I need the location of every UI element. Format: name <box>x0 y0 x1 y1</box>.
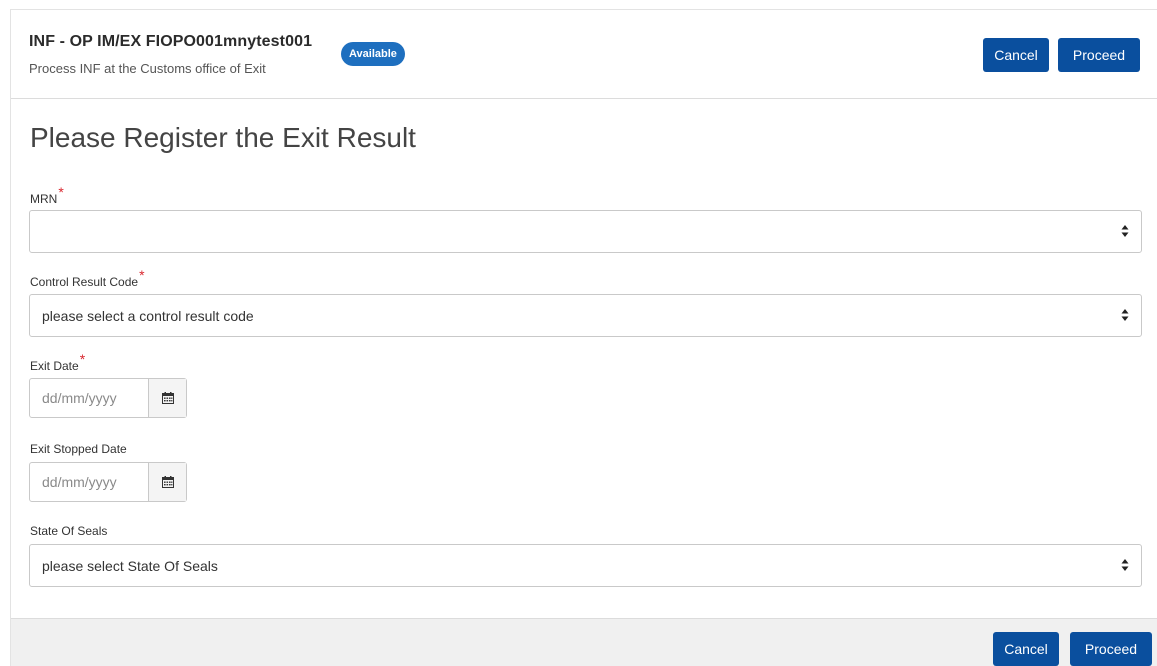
state-of-seals-select[interactable]: please select State Of Seals <box>29 544 1142 587</box>
action-footer: Cancel Proceed <box>11 618 1157 666</box>
page: INF - OP IM/EX FIOPO001mnytest001 Proces… <box>0 0 1157 666</box>
cancel-button[interactable]: Cancel <box>983 38 1049 72</box>
exit-date-label: Exit Date* <box>30 351 85 373</box>
mrn-label-text: MRN <box>30 192 58 206</box>
control-result-code-label-text: Control Result Code <box>30 275 139 289</box>
state-of-seals-value: please select State Of Seals <box>42 558 218 574</box>
exit-date-group <box>29 378 187 418</box>
calendar-icon <box>162 476 174 488</box>
exit-date-calendar-button[interactable] <box>148 379 186 417</box>
exit-stopped-date-label: Exit Stopped Date <box>30 442 127 456</box>
required-marker: * <box>79 351 86 367</box>
status-badge: Available <box>341 42 405 66</box>
task-subtitle: Process INF at the Customs office of Exi… <box>29 61 266 76</box>
page-title: Please Register the Exit Result <box>30 122 416 153</box>
exit-stopped-date-input[interactable] <box>30 463 148 501</box>
control-result-code-label: Control Result Code* <box>30 267 145 289</box>
state-of-seals-label: State Of Seals <box>30 524 107 538</box>
proceed-button[interactable]: Proceed <box>1058 38 1140 72</box>
control-result-code-value: please select a control result code <box>42 308 254 324</box>
exit-stopped-date-group <box>29 462 187 502</box>
required-marker: * <box>58 184 64 200</box>
exit-stopped-date-calendar-button[interactable] <box>148 463 186 501</box>
state-of-seals-label-text: State Of Seals <box>30 524 108 538</box>
exit-date-label-text: Exit Date <box>30 359 79 373</box>
calendar-icon <box>162 392 174 404</box>
sort-icon <box>1121 225 1129 237</box>
sort-icon <box>1121 309 1129 321</box>
exit-stopped-date-label-text: Exit Stopped Date <box>30 442 127 456</box>
mrn-label: MRN* <box>30 184 64 206</box>
mrn-select[interactable] <box>29 210 1142 253</box>
sort-icon <box>1121 559 1129 571</box>
control-result-code-select[interactable]: please select a control result code <box>29 294 1142 337</box>
footer-cancel-button[interactable]: Cancel <box>993 632 1059 666</box>
exit-date-input[interactable] <box>30 379 148 417</box>
left-divider <box>10 9 11 666</box>
task-header: INF - OP IM/EX FIOPO001mnytest001 Proces… <box>11 10 1157 99</box>
required-marker: * <box>139 267 145 283</box>
task-title: INF - OP IM/EX FIOPO001mnytest001 <box>29 33 313 50</box>
footer-proceed-button[interactable]: Proceed <box>1070 632 1152 666</box>
